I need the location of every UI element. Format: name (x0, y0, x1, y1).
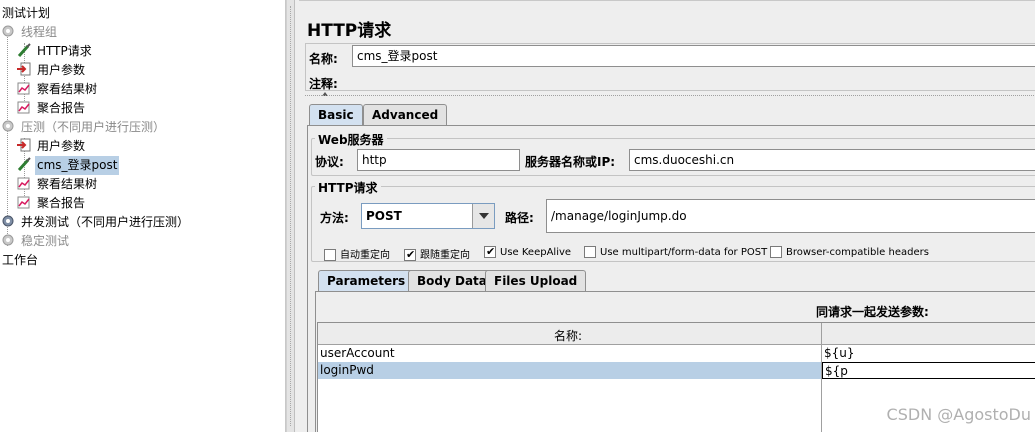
tree-item-results-tree[interactable]: 察看结果树 (16, 80, 99, 99)
web-server-legend: Web服务器 (315, 131, 387, 148)
gear-icon (0, 232, 16, 248)
tab-files-upload[interactable]: Files Upload (485, 270, 587, 292)
checkbox-box (770, 246, 782, 258)
tab-body-data[interactable]: Body Data (408, 270, 496, 292)
checkbox-box (324, 249, 336, 261)
tree-item-label: 并发测试（不同用户进行压测） (21, 215, 190, 229)
table-row-name[interactable]: userAccount (318, 345, 821, 362)
multipart-checkbox[interactable]: Use multipart/form-data for POST (584, 246, 767, 258)
tree-item-label: 用户参数 (37, 63, 86, 77)
tree-item-http-request[interactable]: HTTP请求 (16, 42, 94, 61)
page-title: HTTP请求 (307, 21, 392, 41)
checkbox-label: Use multipart/form-data for POST (600, 247, 768, 258)
tab-parameters[interactable]: Parameters (318, 270, 415, 292)
tree-item-label: 察看结果树 (37, 177, 98, 191)
server-input[interactable]: cms.duoceshi.cn (629, 149, 1035, 171)
tree-item-aggregate-report[interactable]: 聚合报告 (16, 194, 87, 213)
gear-icon (0, 23, 16, 39)
browser-compatible-checkbox[interactable]: Browser-compatible headers (770, 246, 929, 258)
gear-icon (0, 118, 16, 134)
tree-item-label: 线程组 (21, 25, 58, 39)
panel-top-border (299, 0, 1035, 1)
method-label: 方法: (320, 211, 349, 225)
path-label: 路径: (505, 211, 534, 225)
tree-item-label: 聚合报告 (37, 101, 86, 115)
checkbox-label: 自动重定向 (340, 250, 390, 261)
tree-item-user-params[interactable]: 用户参数 (16, 137, 87, 156)
tree-item-user-params[interactable]: 用户参数 (16, 61, 87, 80)
tree-item-label: 察看结果树 (37, 82, 98, 96)
tree-item-label: 聚合报告 (37, 196, 86, 210)
method-dropdown-button[interactable] (472, 204, 494, 228)
chart-icon (16, 80, 32, 96)
http-request-legend: HTTP请求 (315, 179, 381, 196)
tree-item-test-plan[interactable]: 测试计划 (0, 4, 52, 23)
tree-item-stability-test[interactable]: 稳定测试 (0, 232, 71, 251)
preprocessor-icon (16, 137, 32, 153)
chart-icon (16, 194, 32, 210)
tree-item-label: 稳定测试 (21, 234, 70, 248)
path-input[interactable]: /manage/loginJump.do (546, 199, 1035, 233)
chevron-down-icon (479, 213, 489, 219)
chart-icon (16, 99, 32, 115)
split-pane-divider[interactable] (286, 0, 295, 432)
checkbox-label: Use KeepAlive (500, 247, 572, 258)
tree-item-concurrency-test[interactable]: 并发测试（不同用户进行压测） (0, 213, 191, 232)
tab-advanced[interactable]: Advanced (363, 104, 448, 126)
table-row-value[interactable]: ${u} (822, 345, 1035, 362)
table-row-name-selected[interactable]: loginPwd (318, 362, 821, 379)
pipette-icon (16, 42, 32, 58)
tree-item-aggregate-report[interactable]: 聚合报告 (16, 99, 87, 118)
params-table-header (318, 323, 1035, 345)
name-label: 名称: (309, 52, 338, 66)
name-input[interactable]: cms_登录post (352, 45, 1035, 67)
checkbox-label: 跟随重定向 (420, 250, 470, 261)
keepalive-checkbox[interactable]: Use KeepAlive (484, 245, 572, 258)
tree-item-label: 工作台 (2, 253, 39, 267)
checkbox-box (404, 248, 416, 261)
watermark: CSDN @AgostoDu (886, 405, 1031, 424)
auto-redirect-checkbox[interactable]: 自动重定向 (324, 246, 390, 261)
comment-label: 注释: (309, 77, 338, 91)
tree-item-label: HTTP请求 (37, 44, 92, 58)
protocol-label: 协议: (315, 155, 344, 169)
tree-item-label: 压测（不同用户进行压测） (21, 120, 166, 134)
checkbox-label: Browser-compatible headers (786, 247, 929, 258)
pipette-icon (16, 156, 32, 172)
column-header-name[interactable]: 名称: (554, 327, 582, 344)
tree-item-label: 用户参数 (37, 139, 86, 153)
preprocessor-icon (16, 61, 32, 77)
http-request-panel: HTTP请求 名称: cms_登录post 注释: Basic Advanced… (296, 0, 1035, 432)
splitter-grip (290, 6, 292, 426)
gear-icon (0, 213, 16, 229)
divider (305, 95, 1035, 96)
tree-item-thread-group[interactable]: 线程组 (0, 23, 59, 42)
tree-item-cms-login-post[interactable]: cms_登录post (16, 156, 120, 175)
checkbox-box (484, 245, 496, 258)
chart-icon (16, 175, 32, 191)
params-section-title: 同请求一起发送参数: (816, 305, 929, 319)
protocol-input[interactable]: http (357, 149, 520, 171)
tree-item-results-tree[interactable]: 察看结果树 (16, 175, 99, 194)
checkbox-box (584, 246, 596, 258)
tree-item-workbench[interactable]: 工作台 (0, 251, 40, 270)
tab-basic[interactable]: Basic (309, 104, 363, 126)
server-label: 服务器名称或IP: (525, 155, 616, 169)
table-cell-editor[interactable]: ${p (822, 362, 1035, 379)
tree-item-label: 测试计划 (2, 6, 51, 20)
tree-item-label: cms_登录post (35, 156, 120, 175)
tree-item-stress-test[interactable]: 压测（不同用户进行压测） (0, 118, 167, 137)
follow-redirect-checkbox[interactable]: 跟随重定向 (404, 246, 470, 261)
test-plan-tree[interactable]: 测试计划 线程组 HTTP请求 用户参数 察看结果树 聚合报告 压测（不同用户进… (0, 0, 286, 432)
